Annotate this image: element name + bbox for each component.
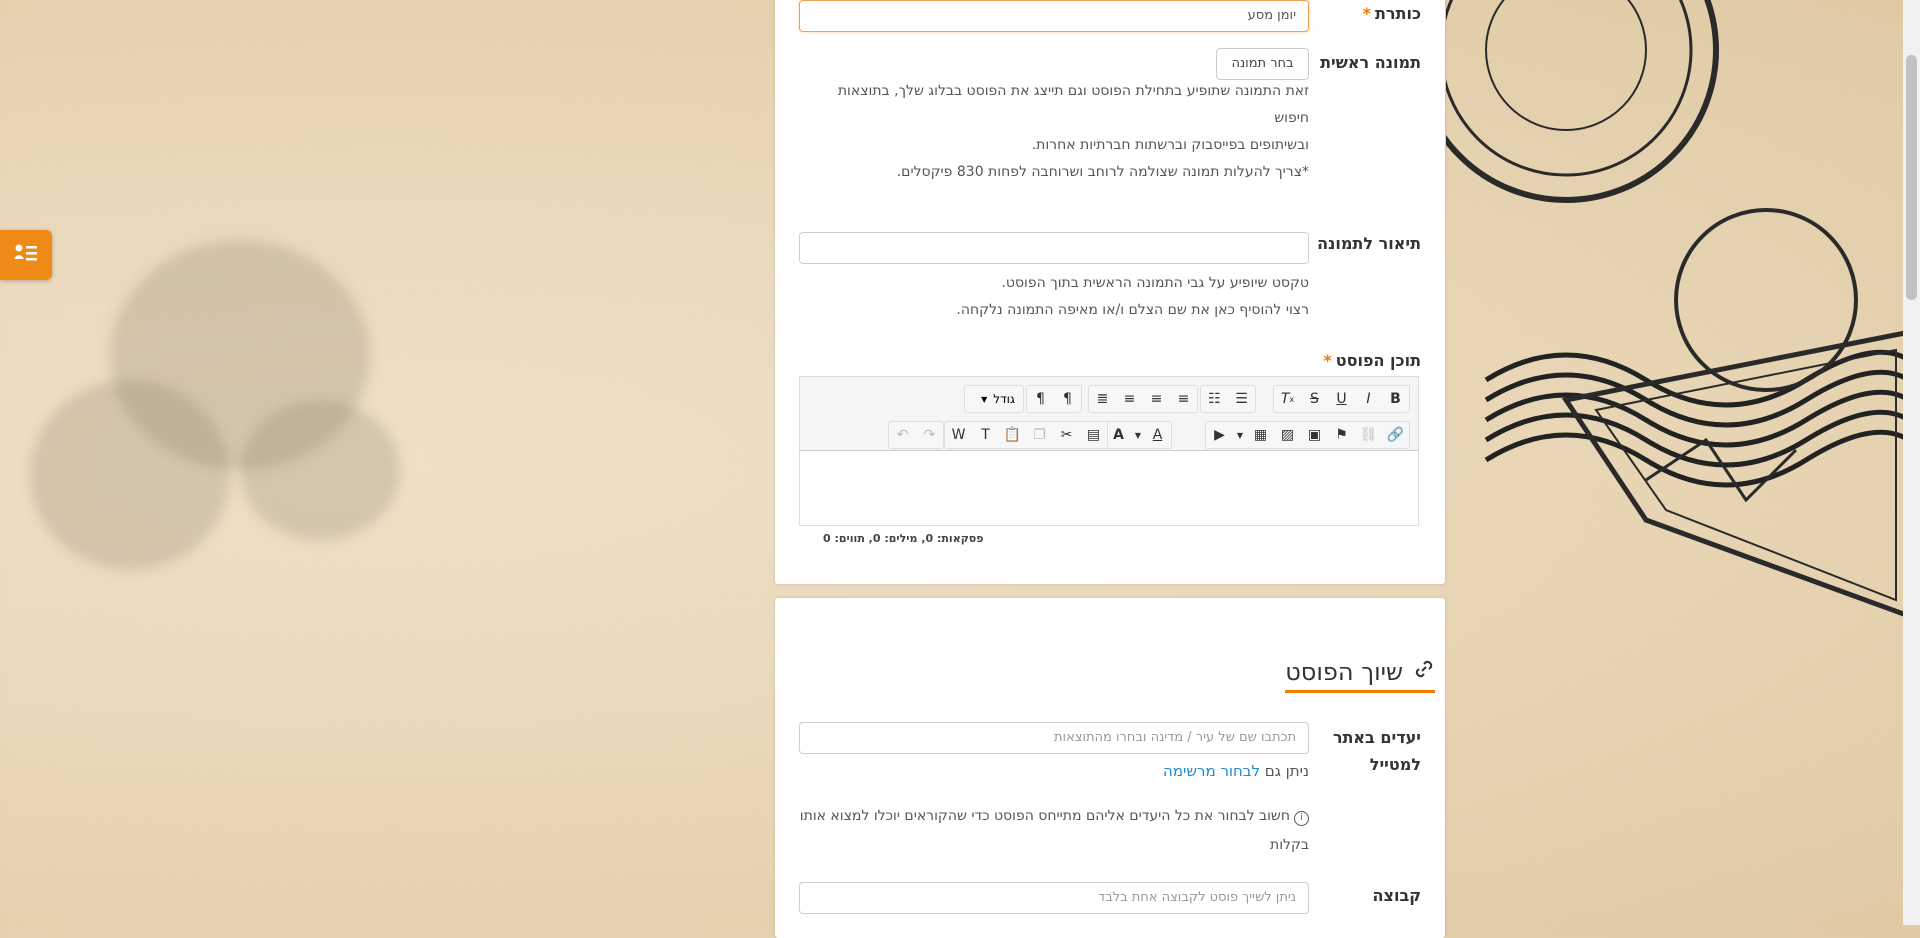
post-content-editor[interactable] (799, 450, 1419, 526)
info-icon: i (1294, 811, 1309, 826)
background-splatter (30, 380, 230, 570)
choose-image-button[interactable]: בחר תמונה (1216, 48, 1309, 80)
content-stats: פסקאות: 0, מילים: 0, תווים: 0 (823, 532, 984, 545)
history-group: ↷ ↶ (888, 421, 944, 449)
destinations-label: יעדים באתר למטייל (1332, 728, 1421, 774)
underline-button[interactable]: U (1328, 386, 1355, 412)
copy-icon[interactable]: ❐ (1026, 422, 1053, 448)
group-label: קבוצה (1372, 886, 1421, 905)
clipboard-group: ▤ ✂ ❐ 📋 T W (944, 421, 1108, 449)
scrollbar[interactable] (1903, 0, 1920, 925)
background-splatter (240, 400, 400, 540)
table-icon[interactable]: ▦ (1247, 422, 1274, 448)
bg-color-icon[interactable]: A (1105, 422, 1132, 448)
background-stamps (1446, 0, 1920, 925)
destinations-note: iחשוב לבחור את כל היעדים אליהם מתייחס הפ… (799, 808, 1309, 853)
image-caption-input[interactable] (799, 232, 1309, 264)
align-right-icon[interactable]: ≡ (1170, 386, 1197, 412)
align-center-icon[interactable]: ≡ (1143, 386, 1170, 412)
ltr-icon[interactable]: ¶ (1027, 386, 1054, 412)
link-icon[interactable]: 🔗 (1382, 422, 1409, 448)
unlink-icon[interactable]: ⛓ (1355, 422, 1382, 448)
title-input[interactable]: יומן מסע (799, 0, 1309, 32)
paste-icon[interactable]: 📋 (999, 422, 1026, 448)
list-group: ☰ ☷ (1200, 385, 1256, 413)
section-title: שיוך הפוסט (1285, 658, 1435, 693)
text-color-icon[interactable]: A (1144, 422, 1171, 448)
text-color-dropdown-icon[interactable]: ▼ (1132, 422, 1144, 448)
italic-button[interactable]: I (1355, 386, 1382, 412)
youtube-icon[interactable]: ▶ (1206, 422, 1233, 448)
title-label: כותרת* (1362, 4, 1421, 23)
direction-group: ¶ ¶ (1026, 385, 1082, 413)
text-style-group: B I U S Tx (1273, 385, 1410, 413)
image-caption-help: טקסט שיופיע על גבי התמונה הראשית בתוך הפ… (956, 275, 1309, 318)
select-all-icon[interactable]: ▤ (1080, 422, 1107, 448)
font-size-select[interactable]: גודל ▼ (964, 385, 1024, 413)
side-panel-toggle[interactable] (0, 230, 52, 280)
table-dropdown-icon[interactable]: ▼ (1233, 422, 1247, 448)
post-association-card: שיוך הפוסט יעדים באתר למטייל תכתבו שם של… (775, 598, 1445, 938)
paste-word-icon[interactable]: W (945, 422, 972, 448)
image-icon[interactable]: ▨ (1274, 422, 1301, 448)
insert-image-icon[interactable]: ▣ (1301, 422, 1328, 448)
insert-group: 🔗 ⛓ ⚑ ▣ ▨ ▦ ▼ ▶ (1205, 421, 1410, 449)
align-justify-icon[interactable]: ≣ (1089, 386, 1116, 412)
post-details-card: כותרת* יומן מסע תמונה ראשית בחר תמונה זא… (775, 0, 1445, 584)
destinations-input[interactable]: תכתבו שם של עיר / מדינה ובחרו מהתוצאות (799, 722, 1309, 754)
rtl-icon[interactable]: ¶ (1054, 386, 1081, 412)
group-input[interactable]: ניתן לשייך פוסט לקבוצה אחת בלבד (799, 882, 1309, 914)
align-group: ≡ ≡ ≡ ≣ (1088, 385, 1198, 413)
anchor-icon[interactable]: ⚑ (1328, 422, 1355, 448)
main-image-label: תמונה ראשית (1320, 53, 1421, 72)
align-left-icon[interactable]: ≡ (1116, 386, 1143, 412)
main-image-help: זאת התמונה שתופיע בתחילת הפוסט וגם תייצג… (837, 83, 1309, 180)
destinations-hint: ניתן גם לבחור מרשימה (1163, 762, 1309, 780)
editor-toolbar: B I U S Tx ☰ ☷ ≡ ≡ ≡ ≣ ¶ ¶ גודל ▼ 🔗 ⛓ ⚑ (799, 376, 1419, 450)
post-content-label: תוכן הפוסט* (1323, 351, 1421, 370)
bold-button[interactable]: B (1382, 386, 1409, 412)
image-caption-label: תיאור לתמונה (1317, 234, 1421, 253)
scrollbar-thumb[interactable] (1906, 55, 1917, 300)
undo-icon[interactable]: ↶ (889, 422, 916, 448)
strike-button[interactable]: S (1301, 386, 1328, 412)
chevron-down-icon: ▼ (981, 394, 988, 404)
cut-icon[interactable]: ✂ (1053, 422, 1080, 448)
link-icon (1413, 658, 1435, 686)
choose-from-list-link[interactable]: לבחור מרשימה (1163, 762, 1260, 780)
user-list-icon (14, 244, 38, 266)
bulleted-list-icon[interactable]: ☷ (1201, 386, 1228, 412)
numbered-list-icon[interactable]: ☰ (1228, 386, 1255, 412)
redo-icon[interactable]: ↷ (916, 422, 943, 448)
paste-text-icon[interactable]: T (972, 422, 999, 448)
remove-format-button[interactable]: Tx (1274, 386, 1301, 412)
